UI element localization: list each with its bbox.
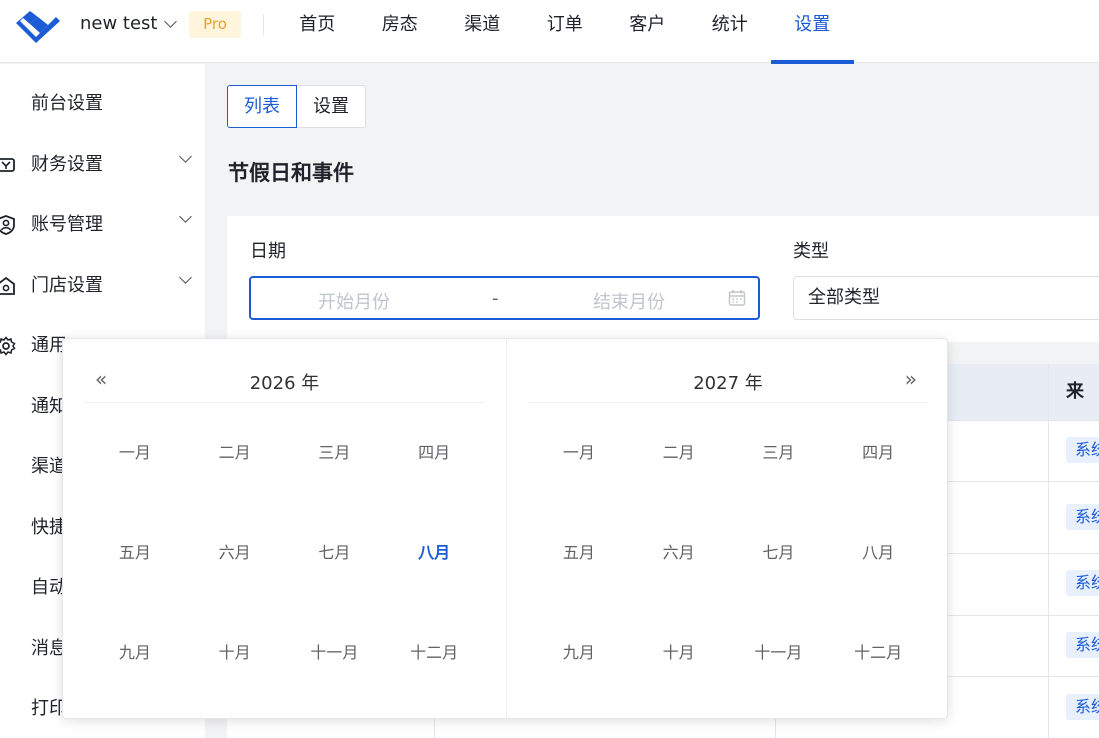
- start-month-input[interactable]: 开始月份: [318, 288, 390, 314]
- tab-list[interactable]: 列表: [227, 85, 297, 128]
- picker-year-label: 2027 年: [693, 373, 763, 394]
- source-badge: 系统: [1066, 694, 1099, 720]
- pro-badge: Pro: [189, 11, 241, 38]
- picker-year-label: 2026 年: [249, 373, 320, 394]
- type-select[interactable]: 全部类型: [793, 276, 1099, 320]
- account-name: new test: [80, 13, 158, 34]
- page-title: 节假日和事件: [228, 161, 354, 185]
- end-month-input[interactable]: 结束月份: [593, 288, 665, 314]
- date-filter-label: 日期: [250, 241, 286, 262]
- tab-settings[interactable]: 设置: [297, 85, 366, 128]
- picker-header: « 2026 年: [85, 359, 484, 403]
- sidebar-item-finance[interactable]: 财务设置: [0, 145, 205, 185]
- month-cell[interactable]: 十一月: [729, 603, 829, 703]
- type-filter-label: 类型: [793, 241, 829, 262]
- gear-icon: [0, 336, 16, 356]
- store-icon: [0, 276, 15, 295]
- nav-room-status[interactable]: 房态: [359, 0, 442, 63]
- month-cell[interactable]: 五月: [529, 503, 629, 603]
- account-shield-icon: [0, 215, 15, 235]
- month-cell[interactable]: 十月: [629, 603, 729, 703]
- column-header-source: 来源: [1066, 381, 1084, 458]
- nav-statistics[interactable]: 统计: [689, 0, 772, 63]
- chevron-down-icon: [163, 14, 177, 28]
- picker-pane-start: « 2026 年 一月 二月 三月 四月 五月 六月 七月 八月 九月 十月 十…: [63, 339, 506, 720]
- header-divider: [263, 14, 264, 36]
- month-cell[interactable]: 十月: [185, 603, 285, 703]
- month-cell[interactable]: 一月: [85, 403, 185, 503]
- source-badge: 系统: [1066, 437, 1099, 463]
- next-year-icon[interactable]: »: [905, 367, 917, 391]
- main-nav: 首页 房态 渠道 订单 客户 统计 设置: [276, 0, 854, 64]
- chevron-down-icon: [179, 150, 192, 163]
- sidebar-item-store[interactable]: 门店设置: [0, 266, 205, 306]
- sidebar-item-label: 账号管理: [31, 214, 103, 235]
- month-cell[interactable]: 二月: [629, 403, 729, 503]
- chevron-down-icon: [179, 210, 192, 223]
- source-badge: 系统: [1066, 632, 1099, 658]
- account-switcher[interactable]: new test: [80, 13, 177, 34]
- month-cell[interactable]: 九月: [529, 603, 629, 703]
- month-cell[interactable]: 七月: [729, 503, 829, 603]
- month-cell[interactable]: 四月: [828, 403, 928, 503]
- picker-header: 2027 年 »: [529, 359, 927, 403]
- month-cell[interactable]: 三月: [729, 403, 829, 503]
- sidebar-item-label: 门店设置: [31, 275, 103, 296]
- month-cell[interactable]: 九月: [85, 603, 185, 703]
- month-cell[interactable]: 一月: [529, 403, 629, 503]
- sidebar-item-label: 财务设置: [31, 154, 103, 175]
- month-cell[interactable]: 二月: [185, 403, 285, 503]
- view-tabs: 列表 设置: [227, 85, 366, 128]
- month-range-picker: « 2026 年 一月 二月 三月 四月 五月 六月 七月 八月 九月 十月 十…: [62, 338, 949, 720]
- sidebar-item-account[interactable]: 账号管理: [0, 205, 205, 245]
- top-navigation-bar: new test Pro 首页 房态 渠道 订单 客户 统计 设置: [0, 0, 1099, 64]
- calendar-icon: [728, 290, 746, 306]
- source-badge: 系统: [1066, 570, 1099, 596]
- nav-settings[interactable]: 设置: [771, 0, 854, 64]
- picker-pane-end: 2027 年 » 一月 二月 三月 四月 五月 六月 七月 八月 九月 十月 十…: [506, 339, 949, 720]
- finance-icon: [0, 158, 15, 172]
- month-grid: 一月 二月 三月 四月 五月 六月 七月 八月 九月 十月 十一月 十二月: [85, 403, 484, 703]
- month-cell[interactable]: 七月: [285, 503, 385, 603]
- nav-channel[interactable]: 渠道: [441, 0, 524, 63]
- nav-customers[interactable]: 客户: [606, 0, 689, 63]
- brand-logo-icon[interactable]: [12, 7, 62, 45]
- sidebar-item-label: 前台设置: [31, 93, 103, 114]
- sidebar-item-front-desk[interactable]: 前台设置: [0, 84, 205, 124]
- nav-home[interactable]: 首页: [276, 0, 359, 63]
- month-grid: 一月 二月 三月 四月 五月 六月 七月 八月 九月 十月 十一月 十二月: [529, 403, 928, 703]
- month-cell[interactable]: 六月: [185, 503, 285, 603]
- month-cell[interactable]: 六月: [629, 503, 729, 603]
- month-cell[interactable]: 五月: [85, 503, 185, 603]
- month-range-input[interactable]: 开始月份 - 结束月份: [249, 276, 760, 320]
- month-cell[interactable]: 八月: [828, 503, 928, 603]
- nav-orders[interactable]: 订单: [524, 0, 607, 63]
- month-cell[interactable]: 十二月: [828, 603, 928, 703]
- source-badge: 系统: [1066, 504, 1099, 530]
- month-cell[interactable]: 三月: [285, 403, 385, 503]
- month-cell[interactable]: 十一月: [285, 603, 385, 703]
- month-cell[interactable]: 十二月: [384, 603, 484, 703]
- chevron-down-icon: [179, 271, 192, 284]
- range-separator: -: [492, 288, 499, 309]
- month-cell-current[interactable]: 八月: [384, 503, 484, 603]
- month-cell[interactable]: 四月: [384, 403, 484, 503]
